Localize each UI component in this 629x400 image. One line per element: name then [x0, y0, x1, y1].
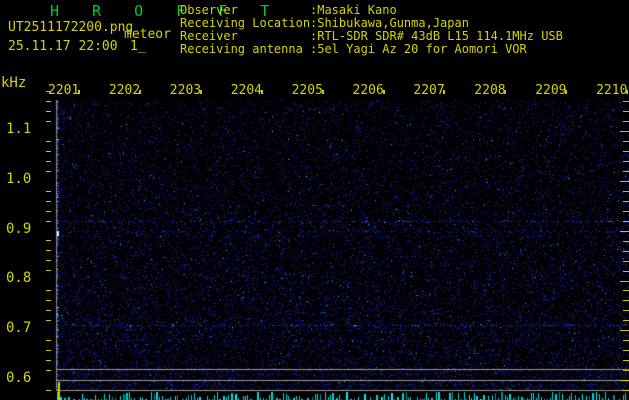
time-tick-mark [78, 90, 80, 94]
freq-minor-tick [46, 340, 51, 341]
freq-minor-tick [46, 369, 51, 371]
freq-tick-label: 0.7 [6, 320, 32, 337]
time-tick-mark [199, 90, 202, 94]
freq-minor-tick-right [623, 300, 629, 302]
freq-tick-label: 1.0 [6, 170, 32, 187]
freq-tick-label: 1.1 [6, 121, 32, 137]
freq-minor-tick [46, 240, 51, 242]
time-tick-label: 2206 [352, 83, 384, 98]
freq-minor-tick [46, 170, 51, 172]
freq-minor-tick-right [623, 270, 629, 272]
freq-minor-tick [46, 260, 51, 262]
freq-minor-tick [46, 220, 51, 222]
time-tick-label: 2203 [169, 83, 202, 98]
hrofft-screen: H R O F F T UT2511172200.png meteor 25.1… [0, 0, 629, 400]
freq-minor-tick-right [623, 340, 629, 342]
freq-minor-tick [46, 190, 51, 192]
freq-minor-tick-right [623, 390, 629, 392]
time-tick-label: 2208 [474, 83, 506, 98]
time-tick-mark [382, 90, 385, 94]
freq-minor-tick-right [623, 370, 629, 372]
freq-minor-tick [46, 310, 51, 312]
freq-minor-tick [46, 120, 51, 122]
freq-minor-tick-right [623, 120, 629, 122]
freq-minor-tick-right [623, 290, 629, 292]
time-tick-label: 2209 [535, 83, 567, 98]
spectrogram-canvas [0, 0, 629, 400]
freq-tick-label: 0.8 [6, 270, 32, 287]
freq-major-tick-right [620, 280, 629, 282]
freq-major-tick-right [620, 230, 629, 232]
freq-minor-tick-right [623, 150, 629, 152]
freq-minor-tick [46, 160, 51, 162]
freq-minor-tick [46, 200, 51, 202]
time-tick-mark [504, 90, 507, 94]
time-tick-label: 2207 [413, 83, 445, 98]
freq-minor-tick [46, 250, 51, 252]
freq-minor-tick-right [623, 200, 629, 202]
time-tick-label: 2210 [596, 83, 628, 98]
freq-minor-tick [46, 290, 51, 292]
freq-minor-tick-right [623, 111, 629, 112]
time-tick-label: 2202 [108, 83, 141, 98]
freq-minor-tick-right [623, 240, 629, 242]
freq-minor-tick-right [623, 160, 629, 162]
freq-minor-tick [46, 150, 51, 152]
freq-major-tick-right [620, 380, 629, 382]
freq-tick-label: 0.6 [6, 370, 32, 386]
time-tick-label: 2201 [48, 83, 80, 98]
freq-minor-tick [46, 140, 51, 142]
time-tick-label: 2204 [230, 83, 262, 98]
info-value-antenna: :5el Yagi Az 20 for Aomori VOR [310, 42, 527, 56]
freq-minor-tick [46, 389, 51, 391]
freq-minor-tick-right [623, 190, 629, 192]
time-tick-mark [260, 90, 263, 94]
freq-minor-tick [46, 350, 51, 351]
freq-minor-tick [46, 300, 51, 302]
freq-major-tick-right [620, 130, 629, 132]
freq-major-tick-right [620, 180, 629, 182]
minute-counter: 1_ [130, 39, 146, 54]
freq-major-tick-right [620, 330, 629, 332]
freq-minor-tick-right [623, 310, 629, 312]
freq-minor-tick-right [623, 101, 629, 102]
time-tick-label: 2205 [291, 83, 323, 98]
freq-minor-tick [46, 359, 51, 361]
time-tick-mark [321, 90, 324, 94]
time-tick-mark [443, 90, 446, 94]
freq-minor-tick [46, 91, 51, 92]
freq-minor-tick [46, 320, 51, 322]
freq-minor-tick [46, 270, 51, 272]
freq-axis-unit: kHz [1, 75, 27, 91]
freq-minor-tick-right [623, 140, 629, 142]
info-label-antenna: Receiving antenna [180, 42, 303, 56]
freq-minor-tick-right [623, 260, 629, 262]
time-tick-mark [626, 90, 629, 94]
freq-minor-tick-right [623, 170, 629, 172]
time-tick-mark [565, 90, 568, 94]
datetime-label: 25.11.17 22:00 [8, 39, 118, 54]
freq-minor-tick [46, 110, 51, 112]
freq-tick-label: 0.9 [6, 220, 32, 237]
freq-minor-tick-right [623, 350, 629, 352]
freq-minor-tick-right [623, 320, 629, 322]
freq-minor-tick-right [623, 360, 629, 362]
freq-minor-tick [46, 101, 51, 102]
freq-minor-tick-right [623, 210, 629, 212]
time-tick-mark [138, 90, 141, 94]
freq-minor-tick-right [623, 250, 629, 252]
output-filename: UT2511172200.png [8, 20, 134, 35]
freq-minor-tick-right [623, 220, 629, 222]
freq-minor-tick [46, 210, 51, 212]
